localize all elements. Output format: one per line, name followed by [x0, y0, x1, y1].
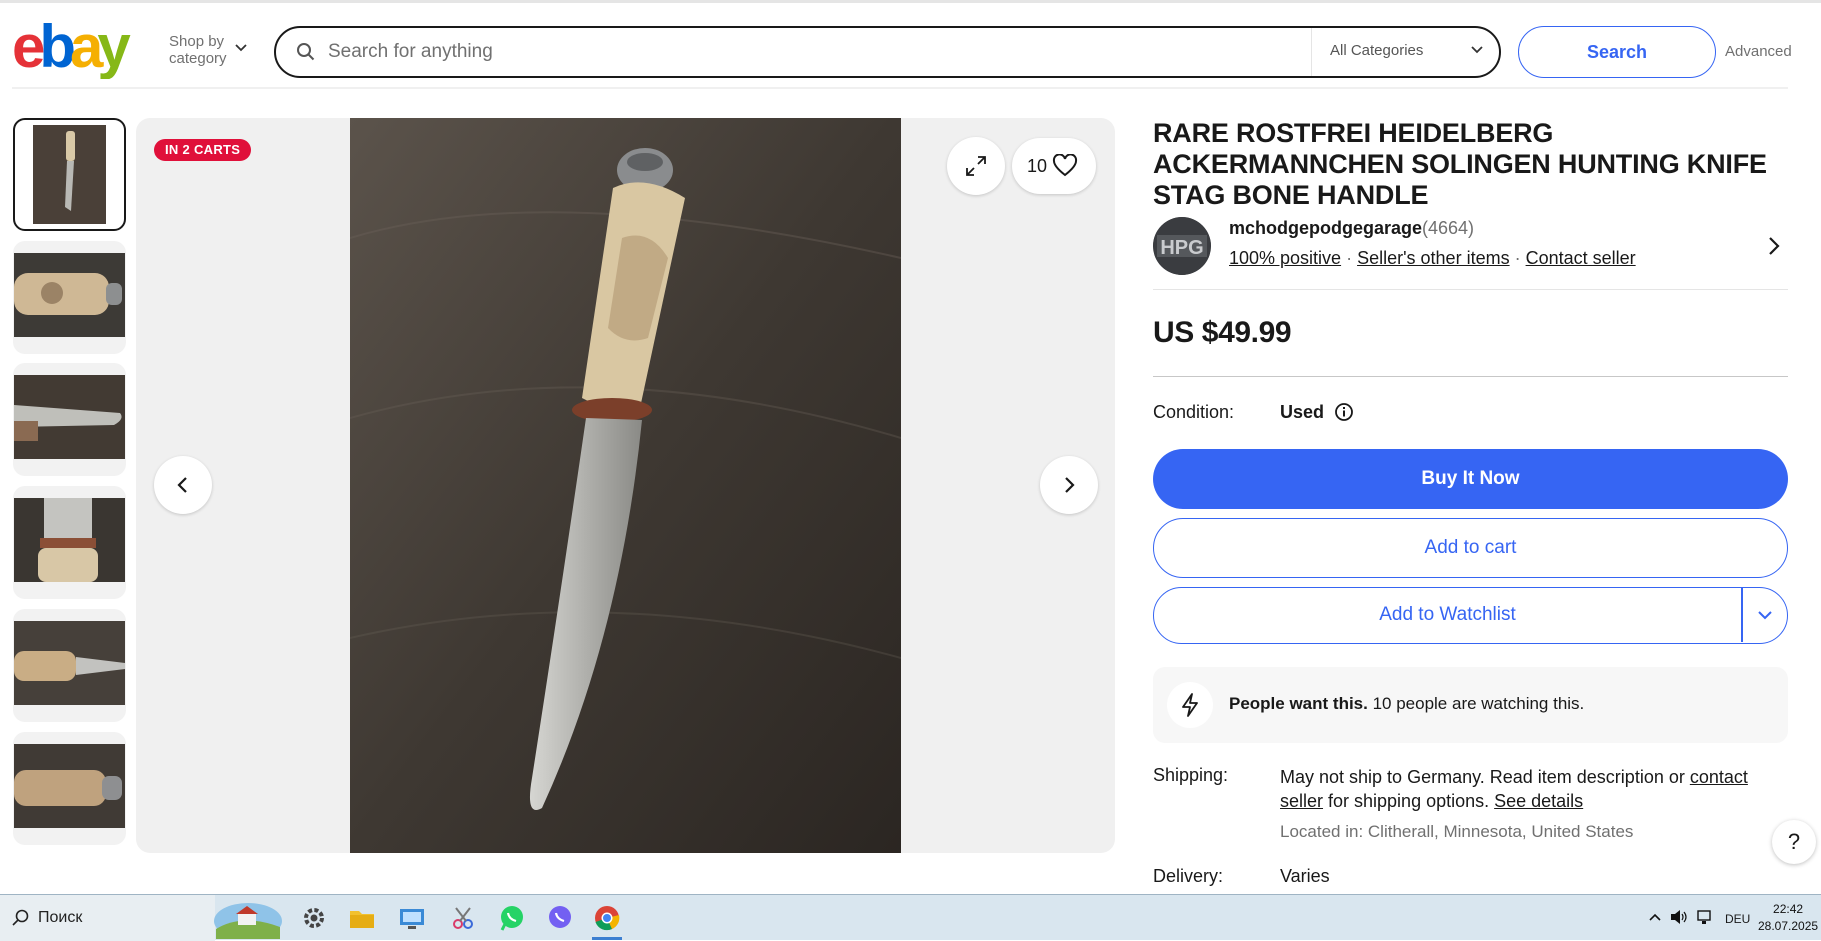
chevron-down-icon: [235, 44, 247, 52]
search-icon: [297, 43, 315, 61]
delivery-value: Varies: [1280, 866, 1330, 886]
thumbnail-2[interactable]: [13, 241, 126, 354]
seller-info[interactable]: HPG mchodgepodgegarage (4664) 100% posit…: [1153, 212, 1788, 290]
whatsapp-icon[interactable]: [497, 903, 527, 933]
shipping-label: Shipping:: [1153, 765, 1229, 785]
social-proof-box: People want this. 10 people are watching…: [1153, 667, 1788, 743]
item-price: US $49.99: [1153, 316, 1292, 349]
watchers-count-text: 10 people are watching this.: [1367, 694, 1585, 713]
shipping-text-2: for shipping options.: [1323, 791, 1495, 811]
ebay-logo[interactable]: ebay: [12, 17, 152, 79]
system-clock[interactable]: 22:42 28.07.2025: [1758, 901, 1818, 935]
chevron-down-icon: [1471, 46, 1483, 54]
price-divider: [1153, 376, 1788, 377]
category-select[interactable]: All Categories: [1330, 42, 1423, 59]
computer-icon[interactable]: [397, 903, 427, 933]
expand-icon: [966, 156, 986, 176]
header-divider: [12, 87, 1788, 89]
thumbnail-image: [14, 621, 125, 705]
previous-image-button[interactable]: [154, 456, 212, 514]
separator-dot: ·: [1514, 248, 1521, 268]
clock-date: 28.07.2025: [1758, 919, 1819, 933]
shop-by-line2: category: [169, 50, 227, 67]
seller-other-items-link[interactable]: Seller's other items: [1357, 248, 1510, 268]
delivery-label: Delivery:: [1153, 866, 1224, 886]
chevron-right-icon[interactable]: [1767, 236, 1781, 256]
windows-taskbar: Поиск DEU 22:42 28.07.2025: [0, 894, 1821, 941]
listing-title: RARE ROSTFREI HEIDELBERG ACKERMANNCHEN S…: [1153, 118, 1767, 210]
watching-text: People want this. 10 people are watching…: [1229, 694, 1584, 714]
heart-icon: [1052, 154, 1078, 177]
search-input[interactable]: [328, 37, 1228, 67]
see-details-link[interactable]: See details: [1494, 791, 1583, 811]
speaker-icon[interactable]: [1670, 909, 1688, 925]
watch-count: 10: [1027, 156, 1048, 176]
thumbnail-image: [14, 253, 125, 337]
help-button[interactable]: ?: [1772, 820, 1816, 864]
seller-avatar[interactable]: HPG: [1153, 217, 1211, 275]
taskbar-search-text: Поиск: [38, 909, 83, 926]
chrome-icon[interactable]: [592, 903, 622, 933]
expand-button[interactable]: [947, 137, 1005, 195]
info-icon[interactable]: [1334, 402, 1354, 422]
seller-name[interactable]: mchodgepodgegarage: [1229, 218, 1422, 239]
condition-label: Condition:: [1153, 402, 1235, 422]
item-location: Located in: Clitherall, Minnesota, Unite…: [1280, 822, 1634, 841]
seller-positive-link[interactable]: 100% positive: [1229, 248, 1341, 268]
chevron-down-icon: [1758, 611, 1772, 620]
watch-count-button[interactable]: 10: [1012, 138, 1096, 194]
main-image-gallery: IN 2 CARTS 10: [136, 118, 1115, 853]
add-to-watchlist-button[interactable]: Add to Watchlist: [1154, 588, 1741, 642]
search-icon: [12, 909, 29, 926]
chevron-left-icon: [177, 477, 187, 493]
seller-avatar-text: HPG: [1160, 237, 1203, 259]
search-bar: All Categories: [274, 26, 1501, 78]
keyboard-language[interactable]: DEU: [1725, 912, 1750, 926]
shop-by-line1: Shop by: [169, 33, 225, 50]
shipping-text: May not ship to Germany. Read item descr…: [1280, 765, 1780, 813]
condition-value: Used: [1280, 402, 1325, 422]
thumbnail-image: [14, 375, 125, 459]
shipping-text-1: May not ship to Germany. Read item descr…: [1280, 767, 1690, 787]
clock-time: 22:42: [1773, 902, 1804, 916]
network-icon[interactable]: [1695, 909, 1713, 925]
watchlist-dropdown-button[interactable]: [1743, 588, 1786, 642]
thumbnail-image: [14, 498, 125, 582]
thumbnail-image: [33, 125, 106, 224]
taskbar-search[interactable]: Поиск: [0, 895, 215, 941]
folder-icon[interactable]: [347, 903, 377, 933]
category-divider: [1311, 28, 1312, 76]
chevron-right-icon: [1065, 477, 1075, 493]
thumbnail-5[interactable]: [13, 609, 126, 722]
seller-logo-image: HPG: [1153, 217, 1211, 275]
thumbnail-1[interactable]: [13, 118, 126, 231]
buy-it-now-button[interactable]: Buy It Now: [1153, 449, 1788, 509]
thumbnail-4[interactable]: [13, 486, 126, 599]
separator-dot: ·: [1346, 248, 1353, 268]
site-header: ebay Shop by category All Categories Sea…: [0, 0, 1821, 89]
lightning-icon: [1167, 682, 1213, 728]
shop-by-category[interactable]: Shop by category: [169, 33, 247, 67]
advanced-search-link[interactable]: Advanced: [1725, 43, 1792, 60]
people-want-this: People want this.: [1229, 694, 1368, 713]
seller-feedback-count: (4664): [1422, 218, 1475, 238]
main-product-image[interactable]: [350, 118, 901, 853]
settings-gear-icon[interactable]: [299, 903, 329, 933]
watchlist-split-button: Add to Watchlist: [1153, 587, 1788, 644]
thumbnail-6[interactable]: [13, 732, 126, 845]
in-carts-badge: IN 2 CARTS: [154, 139, 252, 161]
thumbnail-image: [14, 744, 125, 828]
next-image-button[interactable]: [1040, 456, 1098, 514]
seller-links: 100% positive · Seller's other items · Conta…: [1229, 248, 1636, 269]
chevron-up-icon[interactable]: [1648, 912, 1662, 922]
viber-icon[interactable]: [545, 903, 575, 933]
contact-seller-link[interactable]: Contact seller: [1526, 248, 1636, 268]
thumbnail-3[interactable]: [13, 363, 126, 476]
search-button[interactable]: Search: [1518, 26, 1716, 78]
add-to-cart-button[interactable]: Add to cart: [1153, 518, 1788, 578]
svg-text:ebay: ebay: [12, 17, 131, 79]
search-highlight-image: [214, 903, 282, 939]
scissors-icon[interactable]: [448, 903, 478, 933]
